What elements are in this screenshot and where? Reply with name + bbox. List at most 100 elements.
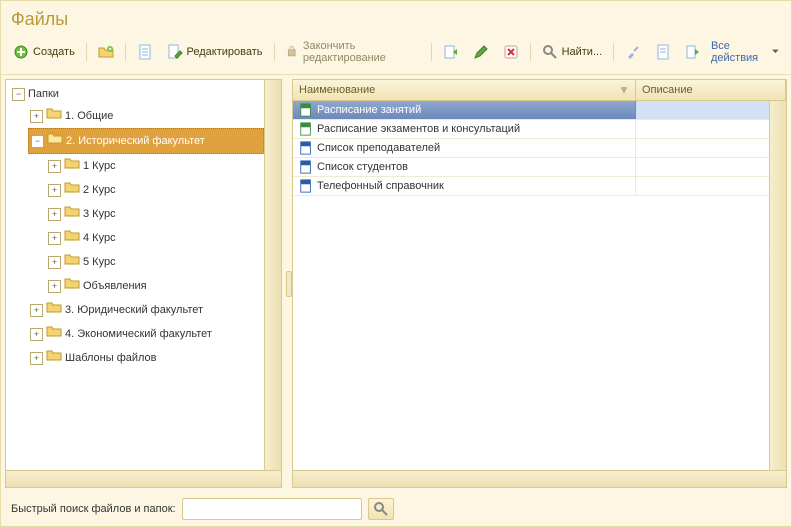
import-icon [443,44,459,60]
finish-edit-button[interactable]: Закончить редактирование [279,36,426,68]
search-bar: Быстрый поиск файлов и папок: [1,492,791,526]
search-go-button[interactable] [368,498,394,520]
expand-icon[interactable]: + [48,280,61,293]
expand-icon[interactable]: + [48,184,61,197]
vertical-scrollbar[interactable] [264,80,281,470]
expand-icon[interactable]: + [30,352,43,365]
tree-item[interactable]: +5 Курс [46,250,264,274]
new-folder-button[interactable] [92,40,120,64]
xls-file-icon [299,103,313,117]
find-button[interactable]: Найти... [536,40,609,64]
expand-icon[interactable]: + [48,256,61,269]
col-name-header[interactable]: Наименование [293,80,636,100]
file-name: Список студентов [317,161,408,173]
files-window: Файлы Создать Редактировать Закончить ре… [0,0,792,527]
folder-icon [64,275,80,297]
separator [431,43,432,61]
folder-icon [64,203,80,225]
table-row[interactable]: Список студентов [293,158,769,177]
vertical-scrollbar[interactable] [769,101,786,470]
doc-file-icon [299,179,313,193]
grid-pane: Наименование Описание Расписание занятий… [292,79,787,488]
tree-item[interactable]: +Объявления [46,274,264,298]
expand-icon[interactable]: + [48,232,61,245]
export-icon [685,44,701,60]
table-row[interactable]: Расписание экзаментов и консультаций [293,120,769,139]
table-row[interactable]: Телефонный справочник [293,177,769,196]
folder-icon [64,227,80,249]
pencil-button[interactable] [467,40,495,64]
folder-icon [46,299,62,321]
tree-item[interactable]: +1. Общие [28,104,264,128]
horizontal-scrollbar[interactable] [6,470,281,487]
tool1-button[interactable] [619,40,647,64]
page2-icon [655,44,671,60]
sort-icon [619,85,629,95]
horizontal-scrollbar[interactable] [293,470,786,487]
tree-item-label: 1. Общие [65,107,113,125]
tree-item[interactable]: +Шаблоны файлов [28,346,264,370]
col-desc-label: Описание [642,84,693,96]
tree-item[interactable]: +3 Курс [46,202,264,226]
collapse-icon[interactable]: − [31,135,44,148]
tree-item[interactable]: +4 Курс [46,226,264,250]
expand-icon[interactable]: + [30,110,43,123]
toolbar: Создать Редактировать Закончить редактир… [1,34,791,75]
grid-header: Наименование Описание [293,80,786,101]
xls-file-icon [299,122,313,136]
page-edit-icon [167,44,183,60]
window-title: Файлы [1,1,791,34]
tree-item[interactable]: +4. Экономический факультет [28,322,264,346]
file-desc [636,120,769,138]
all-actions-label: Все действия [711,40,769,64]
tree-root[interactable]: − Папки [10,84,264,104]
tree-item-label: 3. Юридический факультет [65,301,203,319]
tree-root-label: Папки [28,85,59,103]
tree-item-label: 5 Курс [83,253,116,271]
doc-file-icon [299,141,313,155]
lock-icon [285,44,299,60]
tool2-button[interactable] [649,40,677,64]
grid-body[interactable]: Расписание занятий Расписание экзаментов … [293,101,769,470]
tree-item[interactable]: −2. Исторический факультет [28,128,264,154]
import-button[interactable] [437,40,465,64]
all-actions-menu[interactable]: Все действия [711,40,779,64]
delete-button[interactable] [497,40,525,64]
folder-icon [64,155,80,177]
col-name-label: Наименование [299,84,375,96]
file-name: Расписание экзаментов и консультаций [317,123,520,135]
table-row[interactable]: Список преподавателей [293,139,769,158]
tool3-button[interactable] [679,40,707,64]
finish-edit-label: Закончить редактирование [303,40,420,64]
expand-icon[interactable]: + [48,208,61,221]
chevron-down-icon [772,48,779,56]
file-desc [636,101,769,119]
tree-item-label: 3 Курс [83,205,116,223]
delete-icon [503,44,519,60]
file-name: Расписание занятий [317,104,421,116]
tree-item[interactable]: +1 Курс [46,154,264,178]
expand-icon[interactable]: + [48,160,61,173]
search-label: Быстрый поиск файлов и папок: [11,503,176,515]
tree-pane: − Папки +1. Общие−2. Исторический факуль… [5,79,282,488]
folder-icon [64,251,80,273]
table-row[interactable]: Расписание занятий [293,101,769,120]
new-folder-icon [98,44,114,60]
collapse-icon[interactable]: − [12,88,25,101]
search-input[interactable] [182,498,362,520]
separator [86,43,87,61]
expand-icon[interactable]: + [30,328,43,341]
edit-button[interactable]: Редактировать [161,40,269,64]
separator [530,43,531,61]
file-grid: Наименование Описание Расписание занятий… [293,80,786,470]
folder-tree[interactable]: − Папки +1. Общие−2. Исторический факуль… [6,80,264,470]
tree-item[interactable]: +3. Юридический факультет [28,298,264,322]
col-desc-header[interactable]: Описание [636,80,786,100]
open-button[interactable] [131,40,159,64]
expand-icon[interactable]: + [30,304,43,317]
tree-item[interactable]: +2 Курс [46,178,264,202]
separator [613,43,614,61]
file-desc [636,177,769,195]
folder-icon [64,179,80,201]
create-button[interactable]: Создать [7,40,81,64]
